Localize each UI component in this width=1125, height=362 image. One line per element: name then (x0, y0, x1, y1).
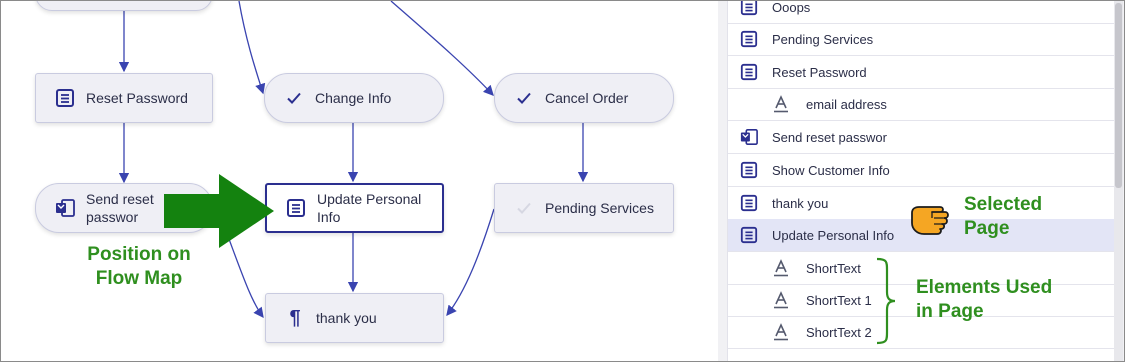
list-item[interactable]: Pending Services (728, 23, 1114, 56)
flow-node-change-info[interactable]: Change Info (264, 73, 444, 123)
flow-node-label: Send reset passwor (86, 191, 154, 225)
flow-node-reset-password[interactable]: Reset Password (35, 73, 213, 123)
list-item-label: Show Customer Info (772, 162, 890, 178)
list-item-label: ShortText 2 (806, 324, 872, 340)
text-element-icon (771, 94, 791, 114)
pointing-hand-icon (911, 206, 949, 235)
vertical-scrollbar[interactable] (1114, 1, 1123, 361)
flow-node-cancel-order[interactable]: Cancel Order (494, 73, 674, 123)
text-element-icon (771, 322, 791, 342)
page-icon (739, 160, 759, 180)
list-item[interactable]: Show Customer Info (728, 154, 1114, 187)
list-item-label: Pending Services (772, 31, 874, 47)
flow-node-label: Cancel Order (545, 90, 629, 106)
flow-map-callout: Position on Flow Map (87, 244, 191, 289)
list-item-label: Send reset passwor (772, 129, 887, 145)
list-item-label: ShortText 1 (806, 292, 872, 308)
flow-node-label: Reset Password (86, 90, 188, 106)
text-element-icon (771, 258, 791, 278)
list-item-label: thank you (772, 195, 829, 211)
selected-page-annotation: Selected Page (964, 194, 1043, 239)
edge (446, 208, 495, 317)
list-item-label: Ooops (772, 1, 811, 15)
flow-node-label: thank you (316, 310, 377, 326)
page-icon (739, 225, 759, 245)
list-item-label: ShortText (806, 260, 861, 276)
flow-node-top-partial[interactable] (35, 1, 213, 11)
list-item[interactable]: email address (728, 88, 1114, 121)
check-icon (283, 87, 305, 109)
list-item-label: email address (806, 96, 887, 112)
flow-node-label: Update Personal Info (317, 191, 422, 225)
scrollbar-thumb[interactable] (1115, 3, 1122, 188)
page-icon (739, 193, 759, 213)
check-icon (513, 197, 535, 219)
text-element-icon (771, 290, 791, 310)
list-item-label: Update Personal Info (772, 227, 895, 243)
page-icon (739, 1, 759, 17)
flow-node-update-personal-info[interactable]: Update Personal Info (265, 183, 444, 233)
email-page-icon (739, 127, 759, 147)
list-item[interactable]: Ooops (728, 1, 1114, 24)
elements-used-annotation: Elements Used in Page (916, 277, 1053, 322)
page-icon (285, 197, 307, 219)
list-item-label: Reset Password (772, 64, 867, 80)
email-page-icon (54, 197, 76, 219)
flow-node-pending-services[interactable]: Pending Services (494, 183, 674, 233)
check-icon (513, 87, 535, 109)
flow-node-label: Change Info (315, 90, 392, 106)
green-arrow-icon (164, 174, 274, 248)
page-icon (739, 62, 759, 82)
edge (238, 1, 266, 95)
flow-map[interactable]: Reset Password Change Info Cancel Order … (1, 1, 716, 361)
list-item[interactable]: Send reset passwor (728, 121, 1114, 154)
list-item[interactable]: Reset Password (728, 56, 1114, 89)
page-icon (739, 29, 759, 49)
page-icon (54, 87, 76, 109)
flow-node-thank-you[interactable]: ¶ thank you (265, 293, 444, 343)
curly-brace-icon (876, 257, 896, 345)
flow-node-label: Pending Services (545, 200, 654, 216)
paragraph-icon: ¶ (289, 306, 301, 329)
